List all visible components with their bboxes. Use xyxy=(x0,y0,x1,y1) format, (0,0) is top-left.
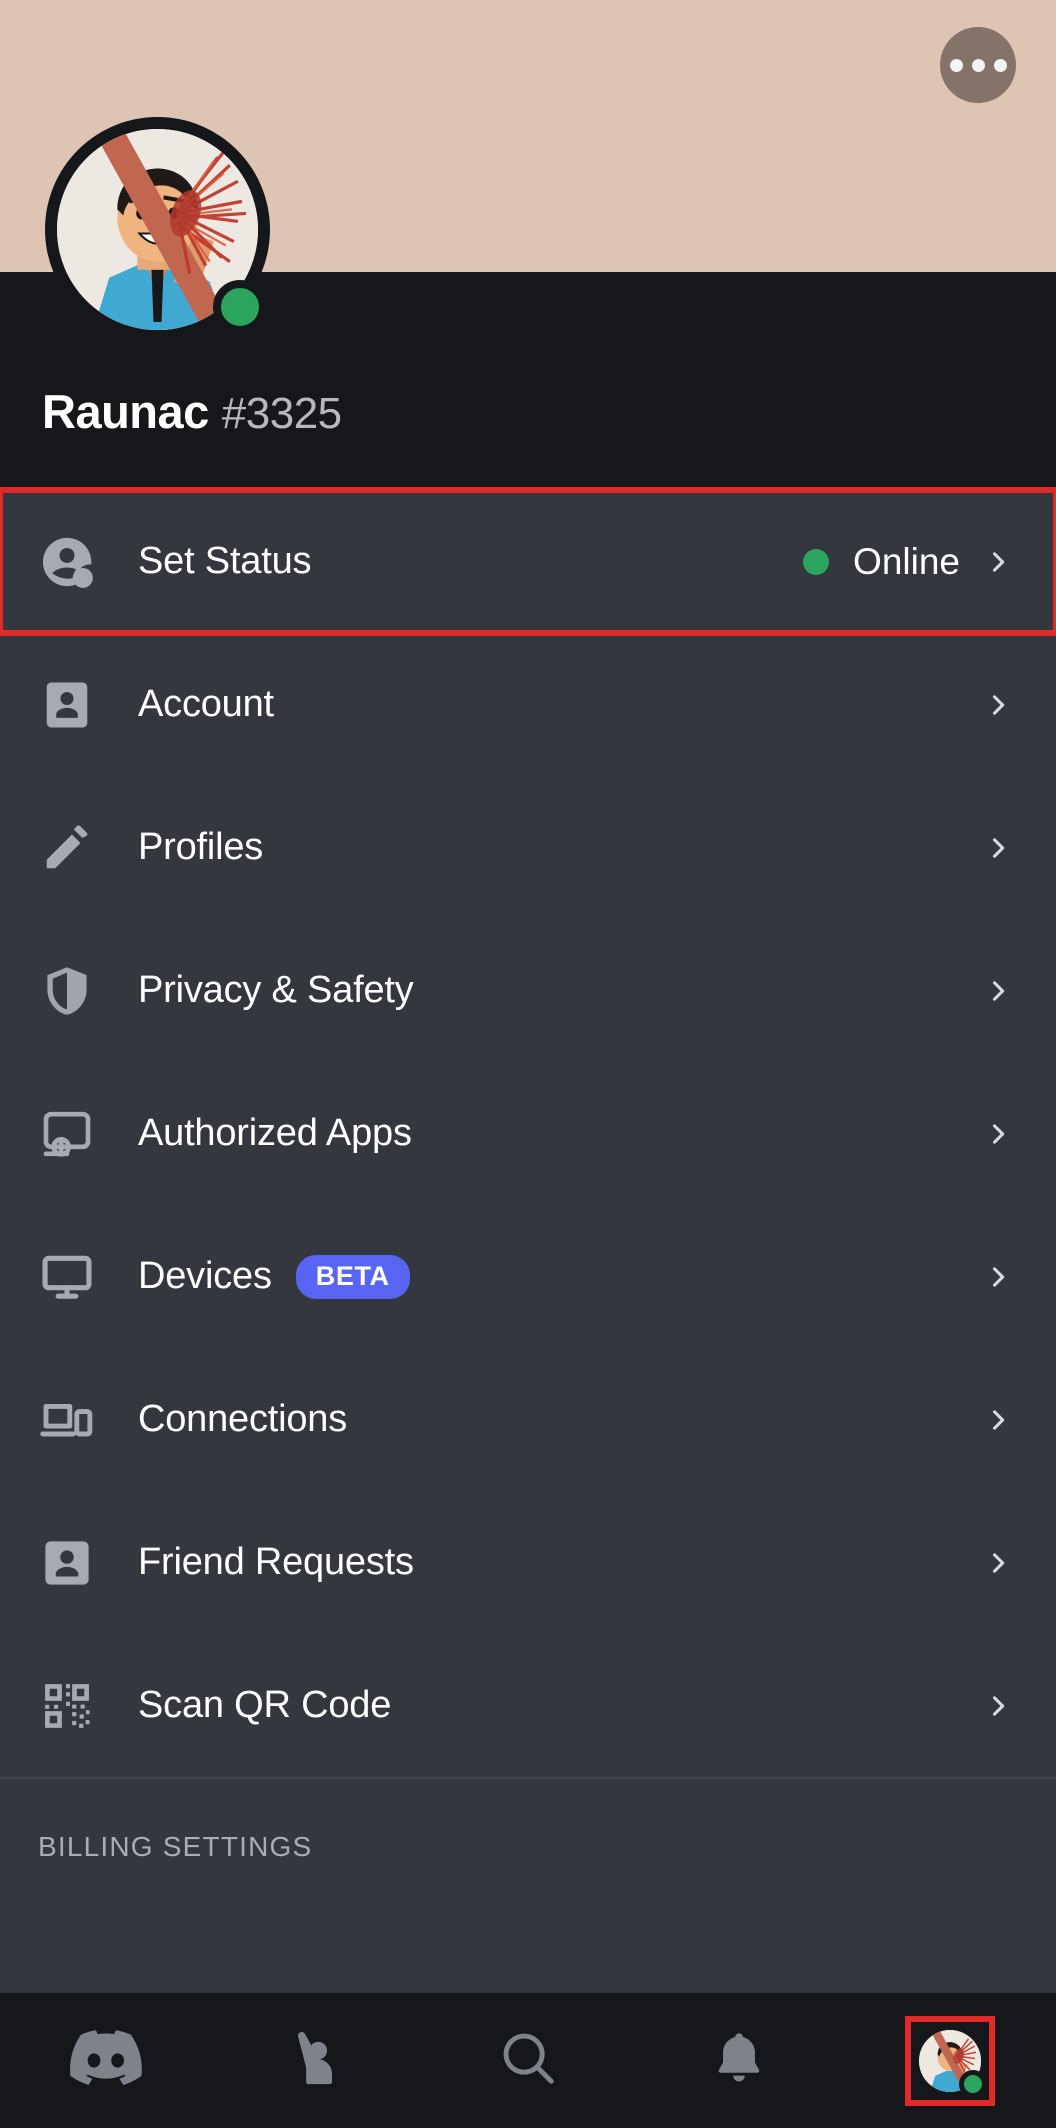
more-horizontal-icon-dot xyxy=(993,58,1007,72)
settings-list: Set Status Online Account Profiles Priva… xyxy=(0,487,1056,1863)
devices-icon xyxy=(36,1389,98,1451)
nav-item-search[interactable] xyxy=(422,1993,633,2128)
settings-row-value xyxy=(984,691,1012,719)
more-horizontal-icon-dot xyxy=(971,58,985,72)
settings-row-value xyxy=(984,1263,1012,1291)
settings-row-scan-qr-code[interactable]: Scan QR Code xyxy=(0,1634,1056,1777)
pencil-icon xyxy=(36,817,98,879)
settings-row-label: Devices xyxy=(138,1255,272,1297)
more-horizontal-icon-dot xyxy=(949,58,963,72)
settings-row-label: Friend Requests xyxy=(138,1541,414,1583)
settings-row-label: Set Status xyxy=(138,540,312,582)
chevron-right-icon xyxy=(992,980,1005,1001)
authorized-apps-icon xyxy=(36,1103,98,1165)
chevron-right-icon xyxy=(992,1409,1005,1430)
settings-row-label: Profiles xyxy=(138,826,264,868)
profile-header: Raunac #3325 xyxy=(0,117,1056,490)
person-status-icon xyxy=(36,531,98,593)
settings-row-label: Account xyxy=(138,683,274,725)
settings-row-friend-requests[interactable]: Friend Requests xyxy=(0,1491,1056,1634)
status-value-text: Online xyxy=(853,540,960,582)
status-dot-icon xyxy=(803,548,830,575)
nav-status-indicator-online xyxy=(959,2069,988,2098)
settings-row-label: Scan QR Code xyxy=(138,1684,392,1726)
chevron-right-icon xyxy=(992,1552,1005,1573)
nav-item-profile[interactable] xyxy=(845,1993,1056,2128)
nav-profile-highlight xyxy=(905,2015,996,2106)
settings-row-value xyxy=(984,1692,1012,1720)
username: Raunac xyxy=(42,385,209,438)
shield-icon xyxy=(36,960,98,1022)
monitor-icon xyxy=(36,1246,98,1308)
chevron-right-icon xyxy=(992,1123,1005,1144)
settings-row-set-status[interactable]: Set Status Online xyxy=(0,487,1056,636)
id-card-icon xyxy=(36,674,98,736)
billing-settings-heading: BILLING SETTINGS xyxy=(38,1831,313,1862)
beta-badge: BETA xyxy=(295,1254,410,1299)
nav-item-servers[interactable] xyxy=(0,1993,211,2128)
more-options-button[interactable] xyxy=(940,27,1016,103)
settings-row-label: Privacy & Safety xyxy=(138,969,414,1011)
friends-icon xyxy=(286,2027,348,2094)
settings-row-privacy-safety[interactable]: Privacy & Safety xyxy=(0,919,1056,1062)
settings-row-value xyxy=(984,977,1012,1005)
discord-user-settings-screen: Raunac #3325 Set Status Online Account P… xyxy=(0,0,1056,2128)
settings-row-value xyxy=(984,1120,1012,1148)
discord-logo-icon xyxy=(69,2030,142,2091)
settings-row-account[interactable]: Account xyxy=(0,633,1056,776)
settings-row-value: Online xyxy=(803,541,1012,583)
user-discriminator: #3325 xyxy=(221,389,342,438)
settings-row-value xyxy=(984,1406,1012,1434)
chevron-right-icon xyxy=(992,1266,1005,1287)
settings-row-profiles[interactable]: Profiles xyxy=(0,776,1056,919)
settings-row-devices[interactable]: Devices BETA xyxy=(0,1205,1056,1348)
chevron-right-icon xyxy=(992,1695,1005,1716)
profile-name-row: Raunac #3325 xyxy=(42,384,342,439)
settings-row-label: Connections xyxy=(138,1398,348,1440)
qr-code-icon xyxy=(36,1675,98,1737)
nav-item-notifications[interactable] xyxy=(634,1993,845,2128)
bottom-navigation-bar xyxy=(0,1993,1056,2128)
chevron-right-icon xyxy=(992,837,1005,858)
settings-row-value xyxy=(984,834,1012,862)
nav-item-friends[interactable] xyxy=(211,1993,422,2128)
person-badge-icon xyxy=(36,1532,98,1594)
chevron-right-icon xyxy=(992,551,1005,572)
bell-icon xyxy=(710,2029,768,2092)
status-indicator-online xyxy=(213,280,267,334)
avatar[interactable] xyxy=(45,117,270,342)
settings-row-value xyxy=(984,1549,1012,1577)
settings-row-authorized-apps[interactable]: Authorized Apps xyxy=(0,1062,1056,1205)
settings-row-label: Authorized Apps xyxy=(138,1112,412,1154)
settings-row-connections[interactable]: Connections xyxy=(0,1348,1056,1491)
chevron-right-icon xyxy=(992,694,1005,715)
search-icon xyxy=(497,2027,559,2094)
